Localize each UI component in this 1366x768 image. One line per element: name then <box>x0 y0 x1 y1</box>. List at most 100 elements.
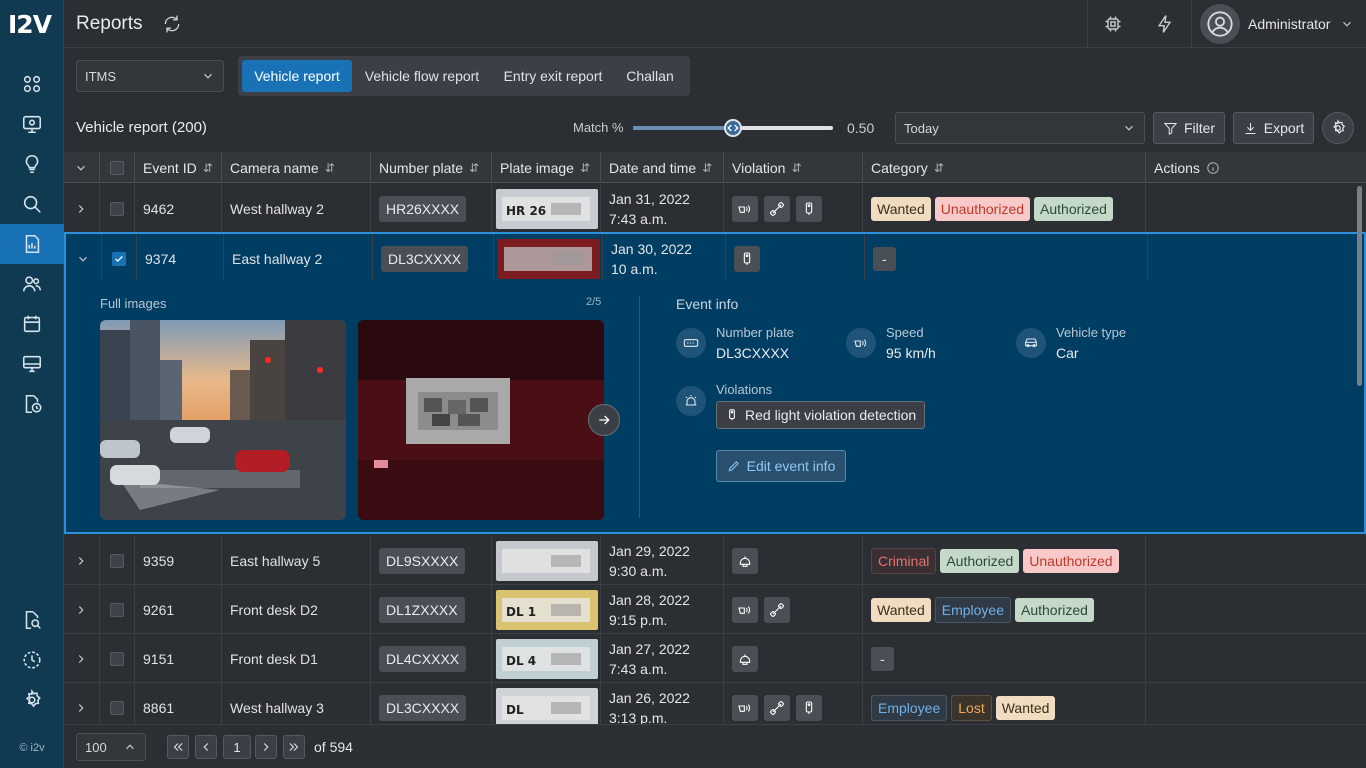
col-violation[interactable]: Violation ⇵ <box>724 152 863 183</box>
chevrons-left-icon <box>173 743 183 751</box>
export-button[interactable]: Export <box>1233 112 1314 144</box>
arrow-right-icon <box>599 415 610 425</box>
next-page-button[interactable] <box>255 735 277 759</box>
helmet-violation-icon[interactable] <box>732 547 758 574</box>
signal-violation-icon[interactable] <box>796 694 822 721</box>
row-checkbox[interactable] <box>100 536 135 585</box>
table-row[interactable]: 9261 Front desk D2 DL1ZXXXX DL 1 Jan 28, 202… <box>64 585 1366 634</box>
filter-icon <box>1163 122 1178 135</box>
row-expand-toggle[interactable] <box>64 683 100 724</box>
refresh-icon[interactable] <box>162 14 182 37</box>
sidebar-item-monitor[interactable] <box>0 104 64 144</box>
col-event-id[interactable]: Event ID ⇵ <box>135 152 222 183</box>
row-checkbox[interactable] <box>102 234 137 283</box>
system-select[interactable]: ITMS <box>76 60 224 92</box>
plate-image-cell[interactable]: DL <box>492 683 601 724</box>
prev-page-button[interactable] <box>195 735 217 759</box>
expand-all-toggle[interactable] <box>64 152 100 183</box>
match-slider[interactable] <box>633 119 833 137</box>
pagination-footer: 100 1 of 594 <box>64 724 1366 768</box>
sidebar-item-reports[interactable] <box>0 224 64 264</box>
violation-cell <box>724 634 863 683</box>
plate-image-cell[interactable]: DL 4 <box>492 634 601 683</box>
row-expand-toggle[interactable] <box>64 184 100 233</box>
table-row[interactable]: 9374 East hallway 2 DL3CXXXX Jan 30, 2022 10… <box>64 232 1366 283</box>
sidebar-item-dashboard[interactable] <box>0 64 64 104</box>
speed-violation-icon[interactable] <box>732 596 758 623</box>
row-checkbox[interactable] <box>100 634 135 683</box>
full-image-scene[interactable] <box>100 320 346 520</box>
sidebar-item-users[interactable] <box>0 264 64 304</box>
row-expand-toggle[interactable] <box>66 234 102 283</box>
sidebar-item-ideas[interactable] <box>0 144 64 184</box>
speed-violation-icon[interactable] <box>732 195 758 222</box>
page-size-select[interactable]: 100 <box>76 733 146 761</box>
helmet-violation-icon[interactable] <box>732 645 758 672</box>
sidebar-item-history[interactable] <box>0 640 64 680</box>
row-checkbox[interactable] <box>100 683 135 724</box>
page-number-input[interactable]: 1 <box>223 735 251 759</box>
col-category[interactable]: Category ⇵ <box>863 152 1146 183</box>
edit-event-info-button[interactable]: Edit event info <box>716 450 846 482</box>
category-cell: Wanted Unauthorized Authorized <box>863 184 1146 233</box>
table-row[interactable]: 8861 West hallway 3 DL3CXXXX DL Jan 26, 2022… <box>64 683 1366 724</box>
row-expand-toggle[interactable] <box>64 536 100 585</box>
col-number-plate[interactable]: Number plate ⇵ <box>371 152 492 183</box>
plate-image-cell[interactable]: HR 26 <box>492 184 601 233</box>
filter-button[interactable]: Filter <box>1153 112 1225 144</box>
sidebar-item-scheduled[interactable] <box>0 384 64 424</box>
sidebar-item-settings[interactable] <box>0 680 64 720</box>
tab-entry-exit-report[interactable]: Entry exit report <box>492 60 614 92</box>
row-expand-toggle[interactable] <box>64 585 100 634</box>
user-menu[interactable]: Administrator <box>1200 4 1366 44</box>
date-range-select[interactable]: Today <box>895 112 1145 144</box>
row-expand-toggle[interactable] <box>64 634 100 683</box>
grid-icon <box>23 75 41 93</box>
table-settings-button[interactable] <box>1322 112 1354 144</box>
table-row[interactable]: 9359 East hallway 5 DL9SXXXX Jan 29, 2022 9:… <box>64 536 1366 585</box>
chevron-right-icon <box>78 204 84 213</box>
lightning-icon[interactable] <box>1155 14 1175 37</box>
table-scrollbar[interactable] <box>1357 186 1362 386</box>
last-page-button[interactable] <box>283 735 305 759</box>
match-slider-handle[interactable] <box>724 119 742 137</box>
date-time: Jan 28, 2022 9:15 p.m. <box>601 585 724 634</box>
col-date-time[interactable]: Date and time ⇵ <box>601 152 724 183</box>
col-plate-image[interactable]: Plate image ⇵ <box>492 152 601 183</box>
chevron-right-icon <box>78 703 84 712</box>
table-row[interactable]: 9462 West hallway 2 HR26XXXX HR 26 Jan 31, 2… <box>64 184 1366 233</box>
report-title: Vehicle report (200) <box>76 119 207 136</box>
plate-image-cell[interactable] <box>492 536 601 585</box>
tab-vehicle-flow-report[interactable]: Vehicle flow report <box>356 60 488 92</box>
speed-icon <box>846 328 876 358</box>
row-checkbox[interactable] <box>100 184 135 233</box>
select-all-checkbox[interactable] <box>100 152 135 183</box>
sidebar-item-devices[interactable] <box>0 344 64 384</box>
number-plate-cell: DL4CXXXX <box>371 634 492 683</box>
row-checkbox[interactable] <box>100 585 135 634</box>
image-counter: 2/5 <box>586 296 602 308</box>
chip-icon[interactable] <box>1103 14 1123 37</box>
seatbelt-violation-icon[interactable] <box>764 195 790 222</box>
signal-violation-icon[interactable] <box>796 195 822 222</box>
seatbelt-violation-icon[interactable] <box>764 596 790 623</box>
event-info-label: Event info <box>676 296 739 312</box>
col-camera-name[interactable]: Camera name ⇵ <box>222 152 371 183</box>
sidebar-item-search[interactable] <box>0 184 64 224</box>
first-page-button[interactable] <box>167 735 189 759</box>
seatbelt-violation-icon[interactable] <box>764 694 790 721</box>
plate-image-cell[interactable] <box>494 234 603 283</box>
tab-challan[interactable]: Challan <box>618 60 682 92</box>
speed-violation-icon[interactable] <box>732 694 758 721</box>
plate-image-cell[interactable]: DL 1 <box>492 585 601 634</box>
tab-vehicle-report[interactable]: Vehicle report <box>242 60 352 92</box>
next-image-button[interactable] <box>588 404 620 436</box>
sidebar-item-search-reports[interactable] <box>0 600 64 640</box>
brand-logo[interactable]: I2V <box>8 10 58 39</box>
full-image-plate[interactable] <box>358 320 604 520</box>
table-row[interactable]: 9151 Front desk D1 DL4CXXXX DL 4 Jan 27, 202… <box>64 634 1366 683</box>
info-icon[interactable] <box>1206 161 1220 175</box>
scheduled-report-icon <box>25 394 42 414</box>
signal-violation-icon[interactable] <box>734 245 760 272</box>
sidebar-item-calendar[interactable] <box>0 304 64 344</box>
